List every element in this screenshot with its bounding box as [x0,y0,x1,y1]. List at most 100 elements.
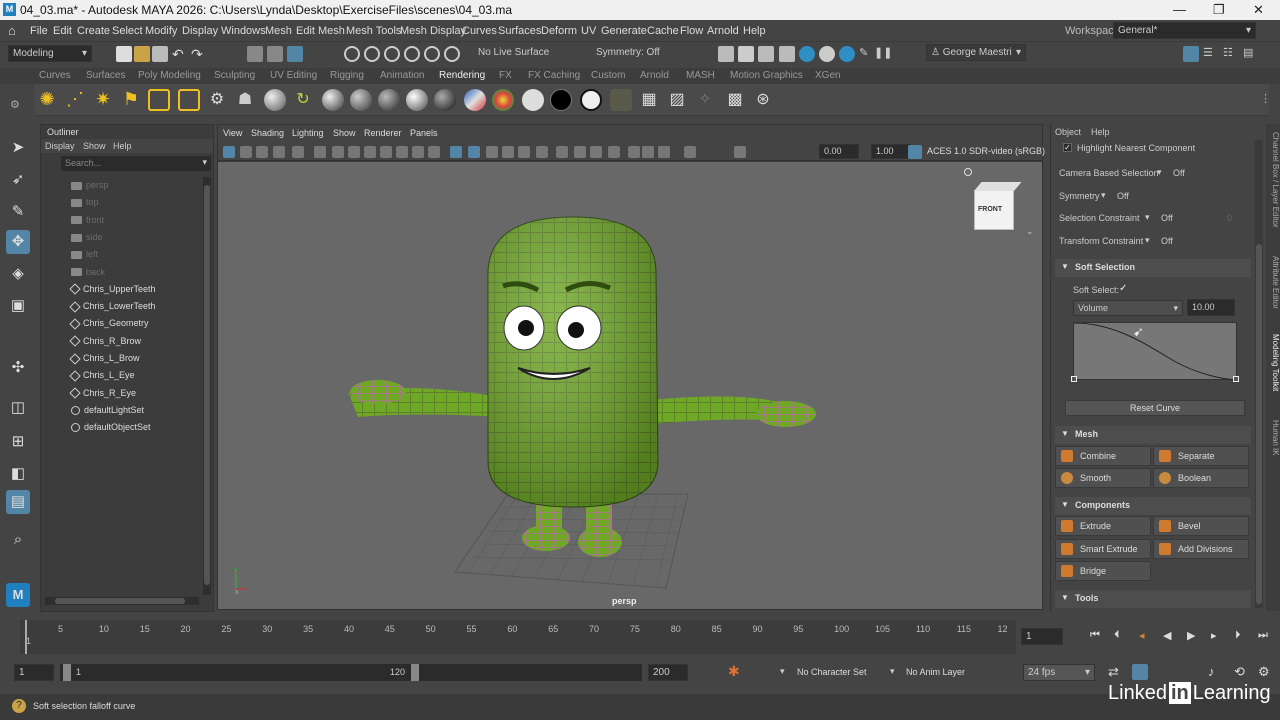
save-scene-icon[interactable] [152,46,168,62]
batch-render-icon[interactable]: ▩ [724,89,746,111]
symmetry-dropdown[interactable]: Symmetry: Off [592,45,666,62]
snap-curve-icon[interactable] [364,46,380,62]
menu-help[interactable]: Help [743,25,766,37]
exposure-icon[interactable] [684,146,696,158]
image-plane-icon[interactable] [273,146,285,158]
anim-layer-label[interactable]: No Anim Layer [906,667,965,677]
menu-display[interactable]: Display [182,25,218,37]
ipr-render-icon[interactable] [758,46,774,62]
chevron-down-icon[interactable]: ▾ [1157,167,1162,178]
xray-joints-icon[interactable] [642,146,654,158]
chevron-down-icon[interactable]: ▾ [890,666,895,677]
auto-key-icon[interactable]: ✱ [728,663,740,680]
ipr-icon[interactable]: ▨ [666,89,688,111]
shelf-gear-icon[interactable]: ⚙ [10,98,20,111]
side-tab-human-ik[interactable]: Human IK [1266,420,1280,456]
use-background-icon[interactable] [550,89,572,111]
workspace-dropdown[interactable]: General* ▾ [1113,22,1256,39]
shelf-tab-rendering[interactable]: Rendering [439,70,485,81]
shelf-scroll-icon[interactable]: ⋮ [1260,92,1271,105]
camera-icon[interactable]: ⚙ [206,89,228,111]
search-icon[interactable]: ⌕ [6,528,30,552]
combine-button[interactable]: Combine [1055,446,1151,466]
outliner-item[interactable]: Chris_L_Brow [69,352,140,365]
volume-light-icon[interactable] [178,89,200,111]
shelf-tab-fx[interactable]: FX [499,70,512,81]
snap-view-icon[interactable] [404,46,420,62]
wireframe-icon[interactable] [450,146,462,158]
pause-icon[interactable]: ❚❚ [874,46,892,62]
gamma-icon[interactable] [734,146,746,158]
smooth-shade-icon[interactable] [468,146,480,158]
camera-aim-icon[interactable]: ☗ [234,89,256,111]
select-component-icon[interactable] [287,46,303,62]
chevron-down-icon[interactable]: ▾ [780,666,785,677]
two-d-pan-icon[interactable] [292,146,304,158]
resolution-gate-icon[interactable] [364,146,376,158]
soft-selection-header[interactable]: ▼ Soft Selection [1055,259,1251,277]
color-shader-icon[interactable] [492,89,514,111]
camera-select-icon[interactable] [223,146,235,158]
side-tab-channel-box[interactable]: Channel Box / Layer Editor [1266,132,1280,228]
fps-dropdown[interactable]: 24 fps ▾ [1023,664,1095,681]
components-section-header[interactable]: ▼ Components [1055,497,1251,515]
shelf-tab-arnold[interactable]: Arnold [640,70,669,81]
shelf-tab-fx-caching[interactable]: FX Caching [528,70,580,81]
outliner-search-input[interactable]: Search... ▾ [61,156,211,171]
grid-icon[interactable] [332,146,344,158]
motion-blur-icon[interactable] [574,146,586,158]
phong-icon[interactable] [350,89,372,111]
time-ruler[interactable]: 1 5 10 15 20 25 30 35 40 45 50 55 60 65 70 75 80 85 90 95 10… [20,620,1016,654]
side-tab-modeling-toolkit[interactable]: Modeling Toolkit [1266,334,1280,391]
menu-set-dropdown[interactable]: Modeling ▾ [8,45,92,62]
maya-home-icon[interactable]: M [6,583,30,607]
render-settings-icon[interactable] [779,46,795,62]
scale-tool-icon[interactable]: ▣ [6,294,30,318]
reset-curve-button[interactable]: Reset Curve [1065,400,1245,416]
curve-key-start[interactable] [1071,376,1077,382]
shelf-tab-motion-graphics[interactable]: Motion Graphics [730,70,803,81]
outliner-menu-show[interactable]: Show [83,141,106,151]
outliner-item[interactable]: Chris_UpperTeeth [69,283,156,296]
far-clip-field[interactable]: 1.00 [871,144,911,159]
loop-icon[interactable]: ⇄ [1108,664,1119,680]
new-scene-icon[interactable] [116,46,132,62]
add-divisions-button[interactable]: Add Divisions [1153,539,1249,559]
range-end-handle[interactable] [411,664,419,681]
outliner-item[interactable]: Chris_LowerTeeth [69,301,156,313]
viewport-menu-lighting[interactable]: Lighting [292,128,324,138]
playblast-icon[interactable]: ✎ [859,46,875,62]
ambient-occlusion-icon[interactable] [556,146,568,158]
snap-surface-icon[interactable] [424,46,440,62]
menu-arnold[interactable]: Arnold [707,25,739,37]
character-chris[interactable] [348,216,816,557]
anisotropic-icon[interactable] [406,89,428,111]
film-gate-icon[interactable] [348,146,360,158]
outliner-item[interactable]: Chris_L_Eye [69,370,135,382]
xray-icon[interactable] [628,146,640,158]
ramp-shader-icon[interactable] [464,89,486,111]
backface-icon[interactable] [658,146,670,158]
smooth-button[interactable]: Smooth [1055,468,1151,488]
chevron-down-icon[interactable]: ⌄ [1026,226,1034,237]
smart-extrude-button[interactable]: Smart Extrude [1055,539,1151,559]
select-tool-icon[interactable]: ➤ [6,136,30,160]
layered-shader-icon[interactable] [434,89,456,111]
menu-generate[interactable]: Generate [601,25,647,37]
last-tool-icon[interactable]: ✣ [6,356,30,380]
shelf-tab-animation[interactable]: Animation [380,70,424,81]
lights-icon[interactable] [518,146,530,158]
directional-light-icon[interactable]: ⋰ [64,89,86,111]
select-hierarchy-icon[interactable] [247,46,263,62]
step-back-frame-icon[interactable]: ◂ [1139,629,1145,642]
point-light-icon[interactable]: ✷ [92,89,114,111]
snap-grid-icon[interactable] [344,46,360,62]
go-to-end-icon[interactable]: ⏭ [1258,629,1268,642]
modeling-toolkit-toggle-icon[interactable] [1183,46,1199,62]
snap-vertex-icon[interactable] [444,46,460,62]
outliner-menu-display[interactable]: Display [45,141,75,151]
shelf-tab-mash[interactable]: MASH [686,70,715,81]
grease-pencil-icon[interactable] [314,146,326,158]
close-button[interactable]: ✕ [1253,2,1264,18]
outliner-item[interactable]: Chris_R_Brow [69,335,141,347]
